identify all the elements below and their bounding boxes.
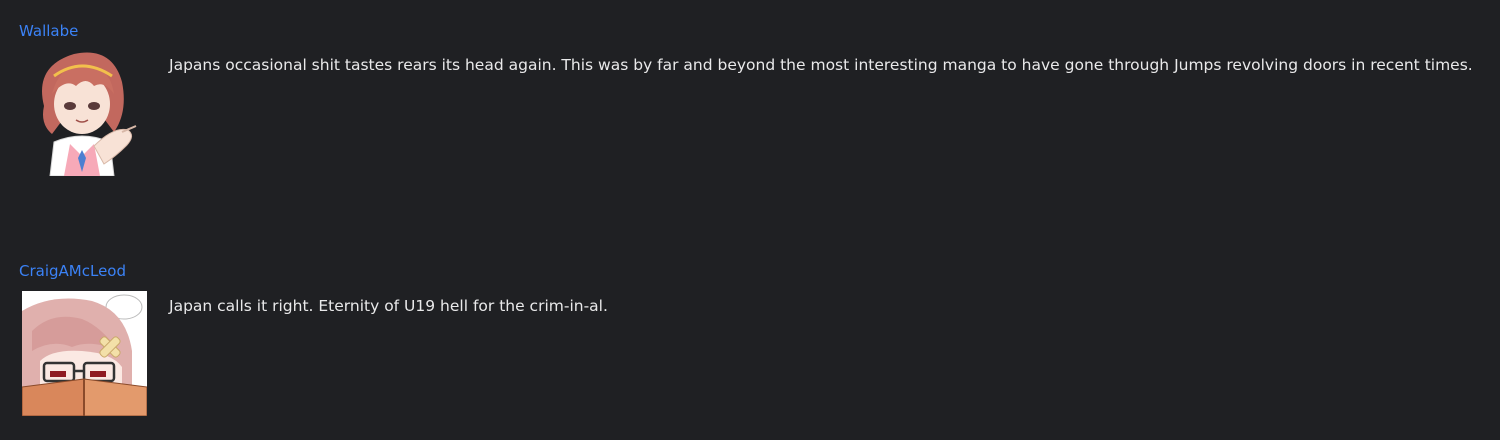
- anime-girl-pointing-avatar-icon[interactable]: [24, 46, 140, 176]
- anime-girl-reading-book-avatar-icon[interactable]: [22, 291, 147, 416]
- comment-text: Japans occasional shit tastes rears its …: [169, 56, 1473, 74]
- comment-username[interactable]: CraigAMcLeod: [19, 261, 126, 281]
- comment-username[interactable]: Wallabe: [19, 21, 78, 41]
- comment-item: Wallabe Japans occasional shit tastes re…: [0, 0, 1500, 230]
- comment-list: Wallabe Japans occasional shit tastes re…: [0, 0, 1500, 440]
- comment-item: CraigAMcLeod Japan calls it right. Etern…: [0, 258, 1500, 440]
- comment-text: Japan calls it right. Eternity of U19 he…: [169, 297, 608, 315]
